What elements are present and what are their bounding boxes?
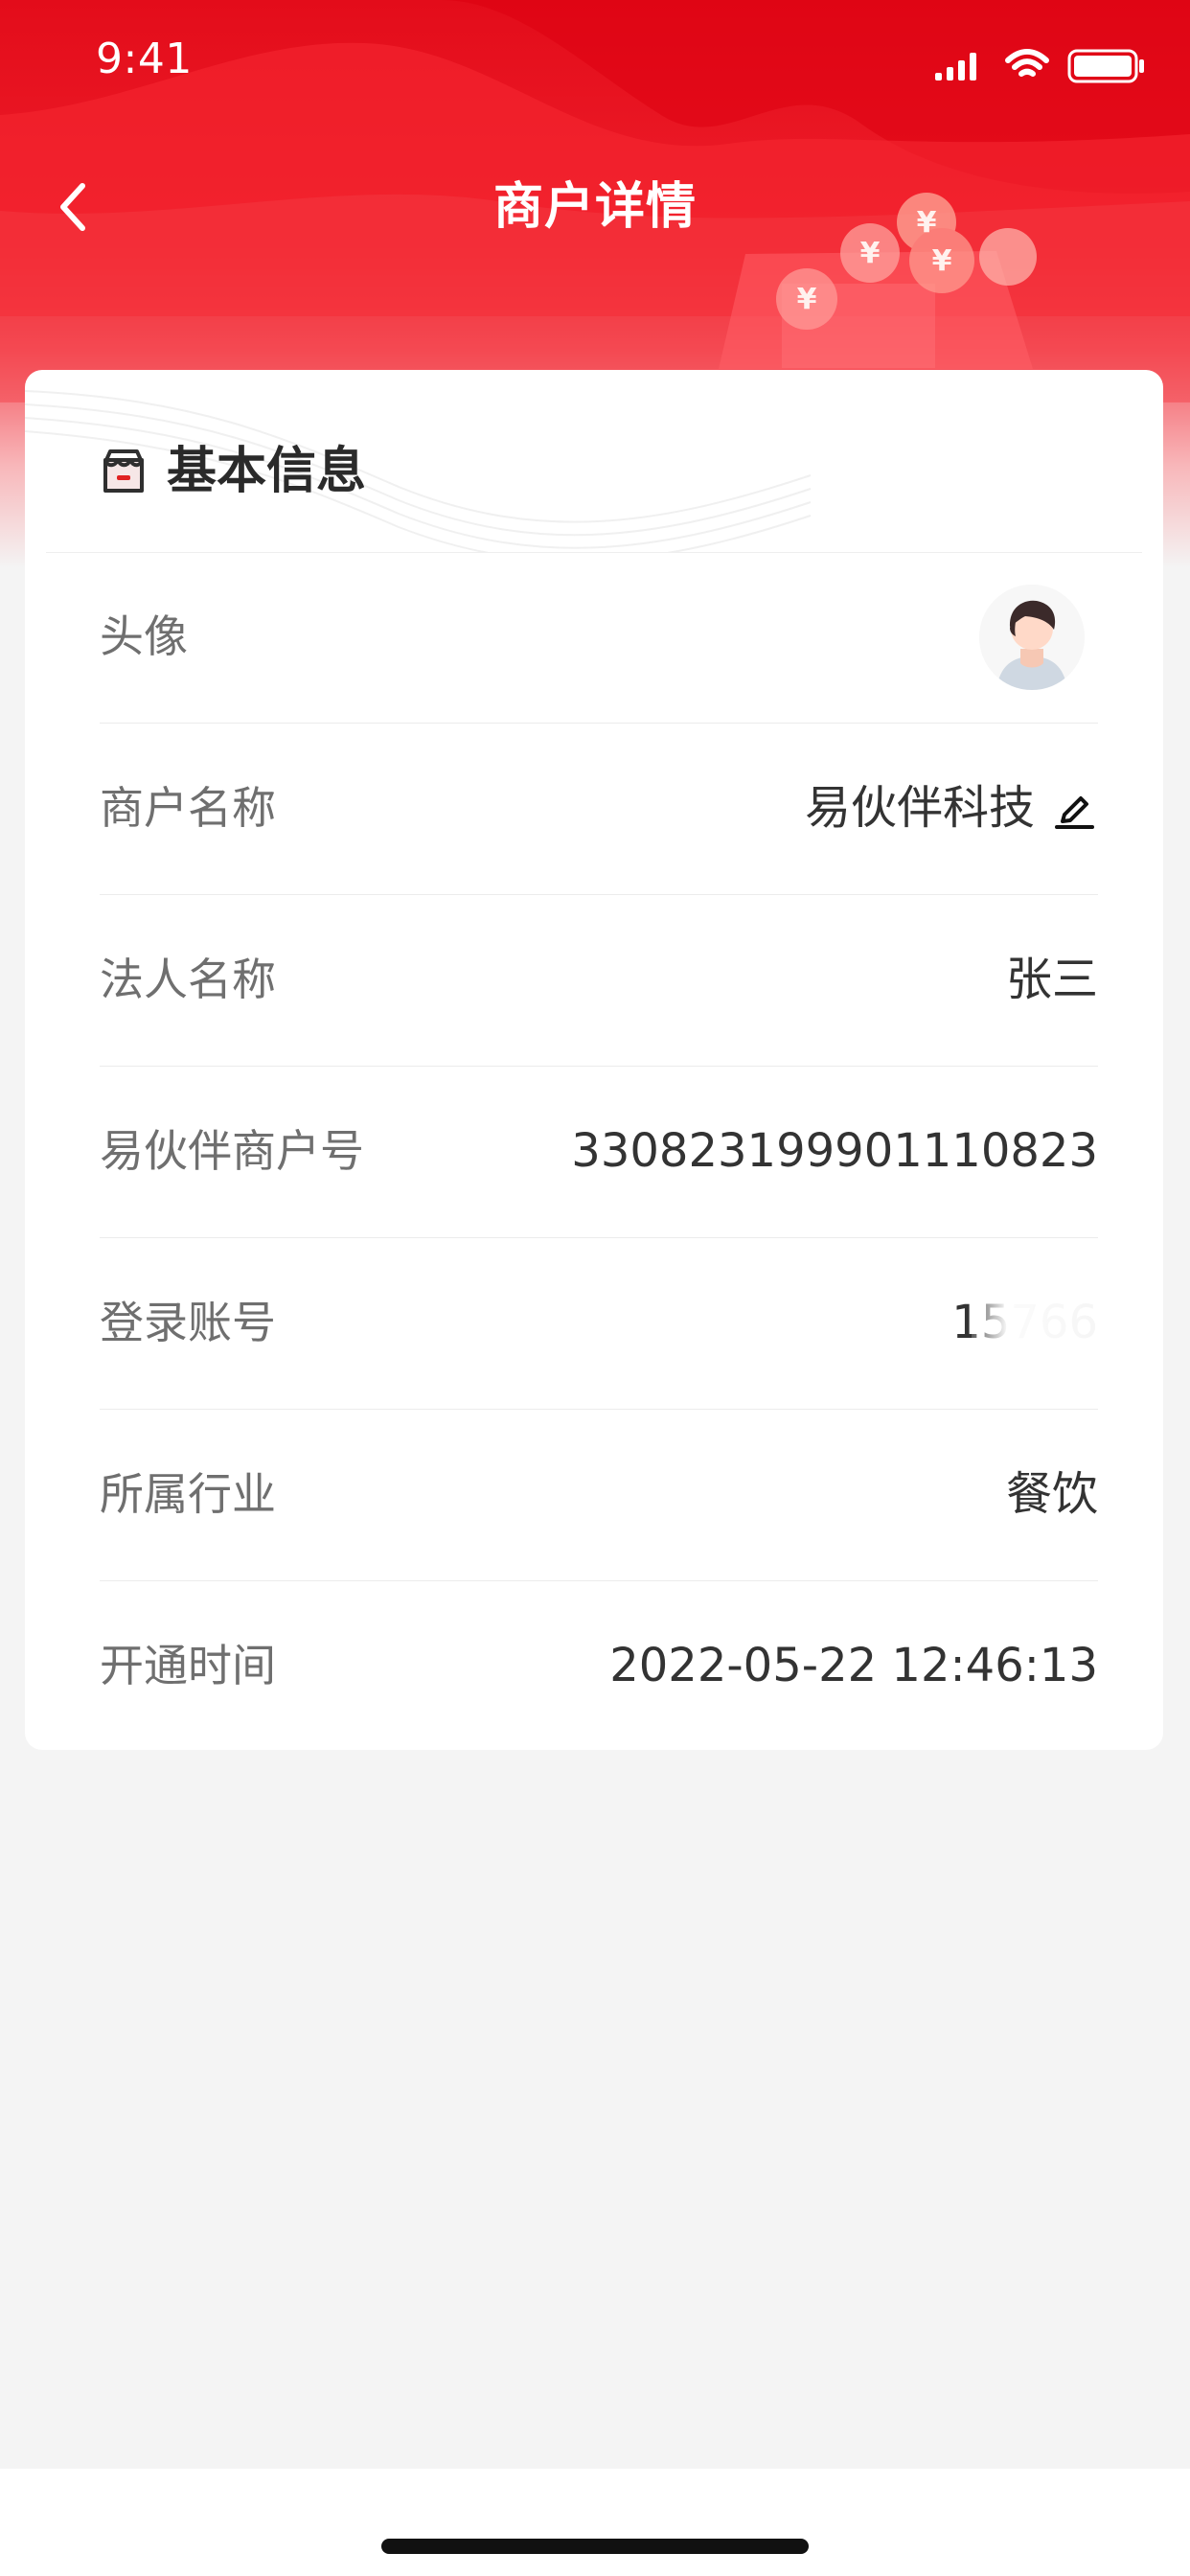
page-title: 商户详情 [492, 178, 697, 236]
open-time-row: 开通时间 2022-05-22 12:46:13 [100, 1581, 1098, 1750]
navigation-bar: 商户详情 [0, 161, 1190, 253]
home-indicator [381, 2539, 809, 2554]
merchant-name-row: 商户名称 易伙伴科技 [100, 724, 1098, 895]
merchant-number-value: 330823199901110823 [571, 1124, 1098, 1178]
login-account-row: 登录账号 15766 [100, 1238, 1098, 1410]
merchant-name-value: 易伙伴科技 [804, 781, 1035, 835]
legal-person-label: 法人名称 [100, 954, 276, 1005]
avatar-image[interactable] [979, 585, 1085, 690]
details-list: 头像 商户名称 易伙伴科技 法人名称 张三 易伙伴商户号 33082319990… [100, 552, 1098, 1750]
legal-person-row: 法人名称 张三 [100, 895, 1098, 1067]
login-account-label: 登录账号 [100, 1297, 276, 1348]
svg-text:¥: ¥ [797, 283, 817, 316]
merchant-number-row: 易伙伴商户号 330823199901110823 [100, 1067, 1098, 1238]
avatar-icon [979, 585, 1085, 690]
wifi-icon [1005, 49, 1049, 77]
open-time-label: 开通时间 [100, 1640, 276, 1691]
open-time-value: 2022-05-22 12:46:13 [609, 1639, 1098, 1692]
section-title-group: 基本信息 [98, 437, 366, 506]
battery-icon [1067, 49, 1144, 83]
login-account-value: 15766 [951, 1296, 1098, 1349]
status-bar: 9:41 [0, 0, 1190, 126]
merchant-number-label: 易伙伴商户号 [100, 1125, 364, 1177]
industry-row: 所属行业 餐饮 [100, 1410, 1098, 1581]
avatar-label: 头像 [100, 610, 188, 662]
signal-icon [935, 53, 976, 80]
legal-person-value: 张三 [1005, 953, 1098, 1006]
avatar-row: 头像 [100, 552, 1098, 724]
status-time: 9:41 [96, 34, 193, 83]
edit-merchant-name-button[interactable] [1050, 784, 1098, 832]
merchant-name-value-group: 易伙伴科技 [805, 777, 1098, 839]
industry-value: 餐饮 [1005, 1467, 1098, 1521]
store-icon [103, 449, 144, 493]
basic-info-card: 基本信息 头像 商户名称 易伙伴科技 法人名称 张三 易伙伴商户号 330823… [25, 370, 1163, 1750]
home-indicator-area [0, 2469, 1190, 2576]
card-header: 基本信息 [25, 370, 1163, 552]
pencil-icon [1055, 796, 1094, 829]
merchant-name-label: 商户名称 [100, 782, 276, 834]
status-icons [933, 46, 1146, 86]
section-title: 基本信息 [167, 443, 367, 500]
industry-label: 所属行业 [100, 1468, 276, 1520]
